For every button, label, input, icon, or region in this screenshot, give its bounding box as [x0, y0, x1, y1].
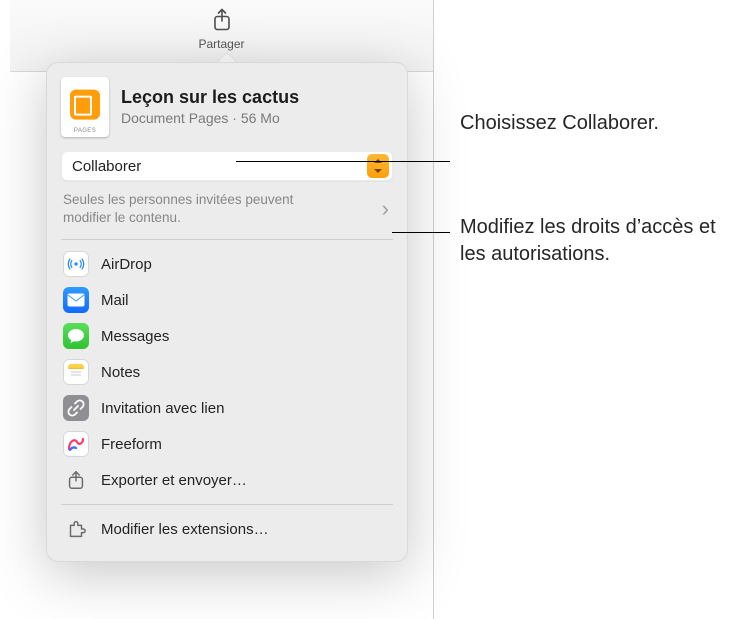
airdrop-icon: [63, 251, 89, 277]
document-header: PAGES Leçon sur les cactus Document Page…: [61, 77, 393, 137]
share-item-label: Mail: [101, 292, 129, 309]
permissions-description: Seules les personnes invitées peuvent mo…: [63, 191, 303, 227]
share-freeform[interactable]: Freeform: [61, 426, 393, 462]
share-item-label: Invitation avec lien: [101, 400, 224, 417]
divider: [61, 504, 393, 505]
share-mail[interactable]: Mail: [61, 282, 393, 318]
chevron-right-icon: ›: [382, 198, 391, 220]
callout-line: [236, 161, 450, 162]
mail-icon: [63, 287, 89, 313]
document-subtitle: Document Pages · 56 Mo: [121, 110, 299, 126]
edit-extensions-label: Modifier les extensions…: [101, 521, 269, 538]
messages-icon: [63, 323, 89, 349]
share-notes[interactable]: Notes: [61, 354, 393, 390]
callout-line: [392, 232, 450, 233]
callout-collaborate: Choisissez Collaborer.: [460, 110, 659, 137]
share-popover: PAGES Leçon sur les cactus Document Page…: [46, 62, 408, 562]
share-item-label: Freeform: [101, 436, 162, 453]
popover-arrow: [217, 52, 237, 62]
share-target-list: AirDrop Mail Messages: [61, 246, 393, 498]
share-item-label: Exporter et envoyer…: [101, 472, 247, 489]
link-icon: [63, 395, 89, 421]
notes-icon: [63, 359, 89, 385]
share-messages[interactable]: Messages: [61, 318, 393, 354]
document-title: Leçon sur les cactus: [121, 88, 299, 108]
share-toolbar-label: Partager: [198, 37, 244, 51]
puzzle-icon: [63, 516, 89, 542]
app-window: Partager PAGES Leçon sur les cactus Docu…: [10, 0, 434, 619]
share-icon: [208, 6, 236, 34]
permissions-row[interactable]: Seules les personnes invitées peuvent mo…: [61, 181, 393, 240]
updown-icon: [367, 154, 389, 178]
share-airdrop[interactable]: AirDrop: [61, 246, 393, 282]
share-item-label: AirDrop: [101, 256, 152, 273]
callout-permissions: Modifiez les droits d’accès et les autor…: [460, 214, 720, 268]
export-icon: [63, 467, 89, 493]
edit-extensions[interactable]: Modifier les extensions…: [61, 511, 393, 547]
share-mode-select[interactable]: Collaborer: [61, 151, 393, 181]
share-export[interactable]: Exporter et envoyer…: [61, 462, 393, 498]
freeform-icon: [63, 431, 89, 457]
share-item-label: Messages: [101, 328, 169, 345]
share-link[interactable]: Invitation avec lien: [61, 390, 393, 426]
share-item-label: Notes: [101, 364, 140, 381]
pages-file-icon: PAGES: [61, 77, 109, 137]
share-toolbar-button[interactable]: Partager: [198, 6, 244, 51]
